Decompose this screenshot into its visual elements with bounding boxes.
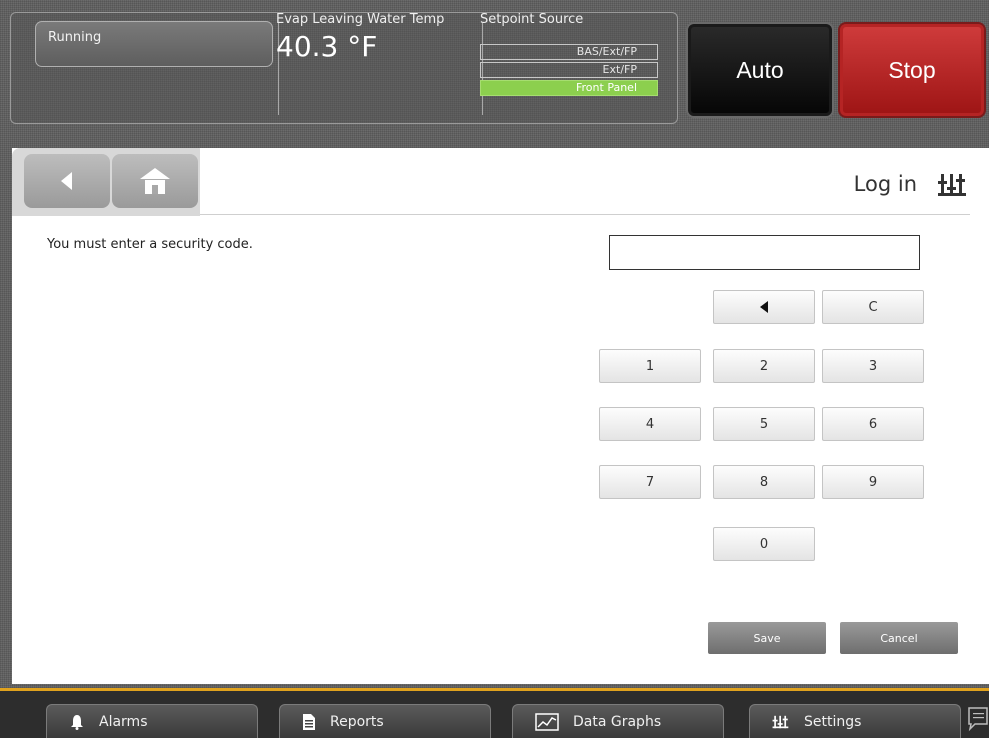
operating-mode-box: Running: [35, 21, 273, 67]
setpoint-option-ext: Ext/FP: [480, 62, 658, 78]
backspace-key[interactable]: [713, 290, 815, 324]
back-arrow-icon: [61, 172, 72, 190]
alarms-label: Alarms: [99, 713, 148, 730]
key-7[interactable]: 7: [599, 465, 701, 499]
setpoint-source-label: Setpoint Source: [480, 12, 584, 27]
page-title: Log in: [853, 172, 917, 196]
bell-icon: [71, 714, 83, 730]
save-button[interactable]: Save: [708, 622, 826, 654]
backspace-arrow-icon: [760, 301, 768, 313]
key-0[interactable]: 0: [713, 527, 815, 561]
key-4[interactable]: 4: [599, 407, 701, 441]
alarms-tab[interactable]: Alarms: [46, 704, 258, 738]
key-2[interactable]: 2: [713, 349, 815, 383]
key-3[interactable]: 3: [822, 349, 924, 383]
header-divider: [200, 214, 970, 215]
back-button[interactable]: [24, 154, 110, 208]
auto-button[interactable]: Auto: [686, 22, 834, 118]
line-graph-icon: [535, 712, 559, 731]
settings-sliders-icon: [938, 174, 966, 196]
settings-tab[interactable]: Settings: [749, 704, 961, 738]
key-6[interactable]: 6: [822, 407, 924, 441]
security-message: You must enter a security code.: [47, 237, 253, 252]
data-graphs-tab[interactable]: Data Graphs: [512, 704, 724, 738]
key-1[interactable]: 1: [599, 349, 701, 383]
clear-key[interactable]: C: [822, 290, 924, 324]
chat-icon[interactable]: [967, 706, 989, 732]
setpoint-option-front-panel: Front Panel: [480, 80, 658, 96]
operating-mode-text: Running: [48, 30, 102, 45]
home-button[interactable]: [112, 154, 198, 208]
settings-sliders-icon: [772, 715, 789, 728]
cancel-button[interactable]: Cancel: [840, 622, 958, 654]
reports-label: Reports: [330, 713, 384, 730]
evap-temp-label: Evap Leaving Water Temp: [276, 12, 445, 27]
data-graphs-label: Data Graphs: [573, 713, 662, 730]
document-icon: [303, 713, 315, 730]
stop-button[interactable]: Stop: [838, 22, 986, 118]
setpoint-option-bas: BAS/Ext/FP: [480, 44, 658, 60]
evap-temp-value: 40.3 °F: [276, 30, 378, 63]
reports-tab[interactable]: Reports: [279, 704, 491, 738]
key-5[interactable]: 5: [713, 407, 815, 441]
key-8[interactable]: 8: [713, 465, 815, 499]
security-code-input[interactable]: [609, 235, 920, 270]
key-9[interactable]: 9: [822, 465, 924, 499]
home-icon: [140, 168, 170, 194]
settings-label: Settings: [804, 713, 862, 730]
